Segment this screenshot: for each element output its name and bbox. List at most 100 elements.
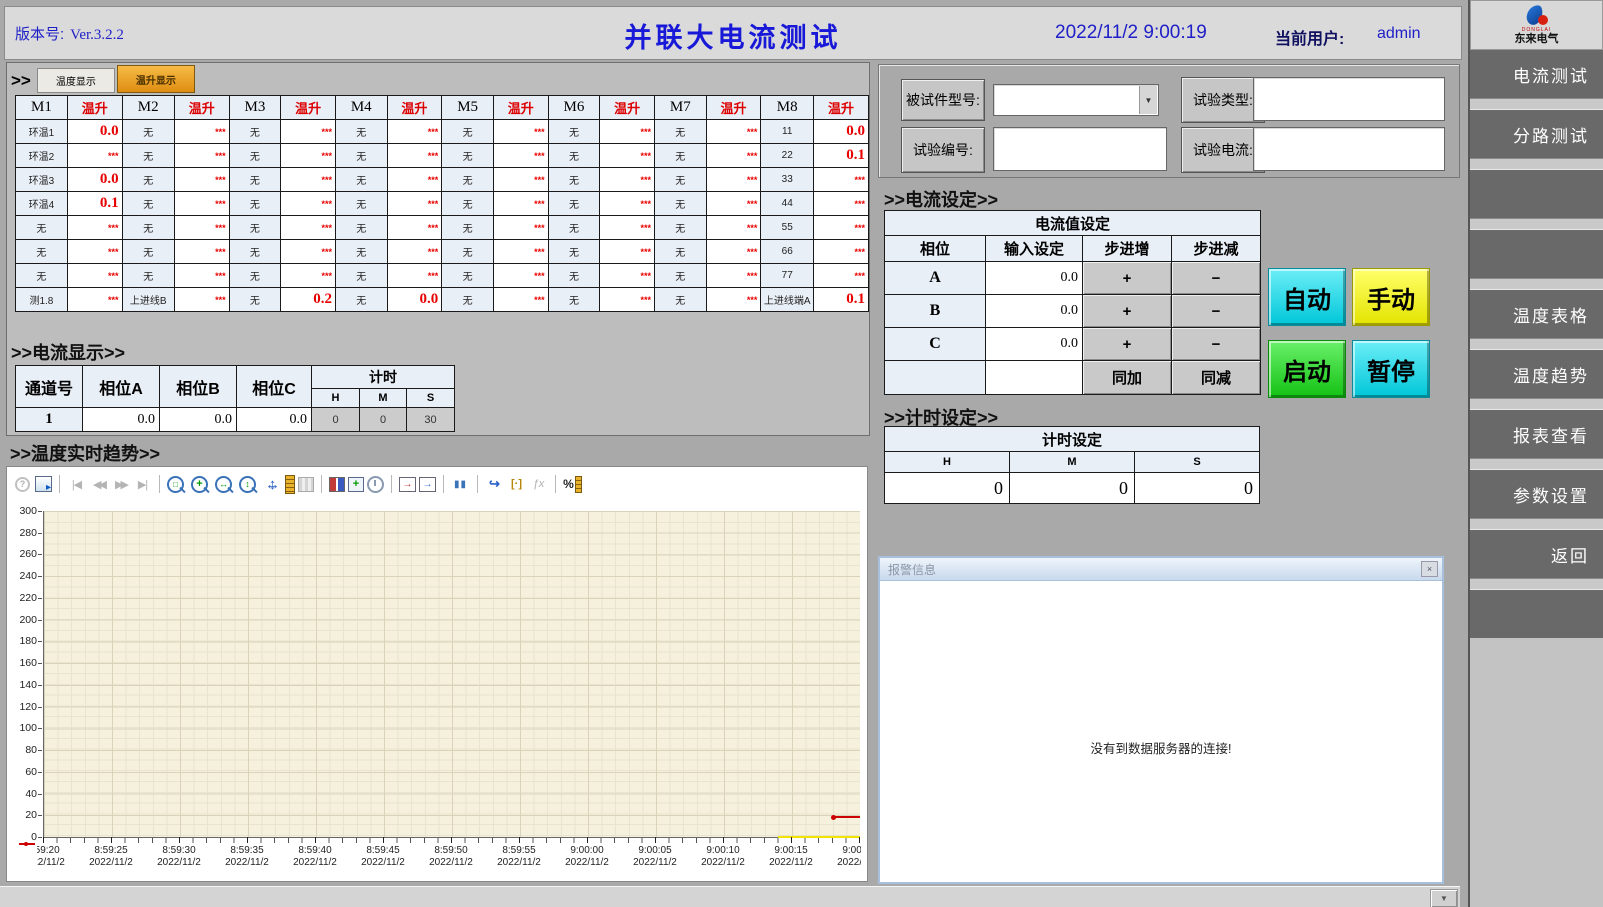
y-axis-label: 120	[7, 701, 37, 713]
phase-c-setpoint[interactable]: 0.0	[986, 328, 1083, 361]
channel-label-cell: 无	[122, 216, 174, 240]
pause-button[interactable]: 暂停	[1352, 340, 1430, 398]
toolbar-separator	[321, 475, 322, 493]
all-plus-button[interactable]: 同加	[1083, 361, 1172, 395]
sidebar-item-blank-1[interactable]	[1470, 170, 1603, 218]
function-fx-icon[interactable]	[529, 475, 548, 493]
zoom-in-icon[interactable]	[191, 476, 208, 493]
sidebar-item-blank-3[interactable]	[1470, 590, 1603, 638]
channel-label-cell: 无	[654, 240, 706, 264]
all-minus-button[interactable]: 同减	[1172, 361, 1261, 395]
temp-rise-value-cell: ***	[281, 120, 336, 144]
blank-setpoint-cell[interactable]	[986, 361, 1083, 395]
curve-jump-icon[interactable]	[485, 475, 504, 493]
channel-label-cell: 无	[229, 264, 281, 288]
series-legend-marker	[19, 843, 35, 845]
phase-b-setpoint[interactable]: 0.0	[986, 295, 1083, 328]
add-window-icon[interactable]	[348, 477, 364, 492]
phase-a-step-plus-button[interactable]: +	[1083, 262, 1172, 295]
timer-h-setting[interactable]: 0	[885, 473, 1010, 504]
phase-a-setpoint[interactable]: 0.0	[986, 262, 1083, 295]
pause-icon[interactable]	[451, 475, 470, 493]
bracket-range-icon[interactable]	[507, 475, 526, 493]
test-current-input[interactable]	[1253, 127, 1445, 171]
export-red-icon[interactable]	[399, 477, 416, 492]
split-view-icon[interactable]	[329, 477, 345, 492]
tab-temperature-display[interactable]: 温度显示	[37, 68, 115, 93]
temp-rise-value-cell: ***	[814, 264, 869, 288]
y-axis-label: 140	[7, 679, 37, 691]
timer-s-setting[interactable]: 0	[1135, 473, 1260, 504]
test-number-input[interactable]	[993, 127, 1167, 171]
data-grid-icon[interactable]	[298, 477, 314, 492]
test-type-input[interactable]	[1253, 77, 1445, 121]
axis-ruler-icon[interactable]	[285, 475, 295, 494]
temp-rise-value-cell: ***	[387, 264, 442, 288]
chart-settings-icon[interactable]	[35, 476, 52, 492]
go-last-icon[interactable]	[133, 475, 152, 493]
pan-icon[interactable]	[263, 475, 282, 493]
device-model-combo[interactable]: ▼	[993, 84, 1159, 116]
timer-setting-title: 计时设定	[885, 427, 1260, 452]
sidebar-item-current-test[interactable]: 电流测试	[1470, 50, 1603, 98]
phase-c-header: 相位C	[237, 366, 312, 408]
manual-button[interactable]: 手动	[1352, 268, 1430, 326]
temp-rise-value-cell: ***	[814, 240, 869, 264]
clock-icon[interactable]	[367, 476, 384, 493]
sidebar-separator	[1470, 398, 1603, 410]
channel-label-cell: 无	[229, 192, 281, 216]
tab-temp-rise-display[interactable]: 温升显示	[117, 65, 195, 93]
channel-label-cell: 无	[548, 144, 600, 168]
channel-value: 1	[16, 408, 83, 432]
phase-b-step-plus-button[interactable]: +	[1083, 295, 1172, 328]
go-next-icon[interactable]	[111, 475, 130, 493]
temp-rise-value-cell: ***	[600, 288, 655, 312]
current-setting-title: 电流值设定	[885, 211, 1261, 236]
channel-label-cell: 无	[16, 240, 68, 264]
y-axis-label: 60	[7, 766, 37, 778]
sidebar-item-parameter-setting[interactable]: 参数设置	[1470, 470, 1603, 518]
start-button[interactable]: 启动	[1268, 340, 1346, 398]
input-col-header: 输入设定	[986, 236, 1083, 262]
phase-a-step-minus-button[interactable]: −	[1172, 262, 1261, 295]
temp-rise-value-cell: ***	[493, 264, 548, 288]
temperature-panel: >> 温度显示 温升显示 M1温升M2温升M3温升M4温升M5温升M6温升M7温…	[6, 62, 870, 436]
auto-button[interactable]: 自动	[1268, 268, 1346, 326]
go-first-icon[interactable]	[67, 475, 86, 493]
channel-label-cell: 无	[442, 216, 494, 240]
sidebar-item-temperature-table[interactable]: 温度表格	[1470, 290, 1603, 338]
channel-label-cell: 无	[335, 192, 387, 216]
blank-phase-cell	[885, 361, 986, 395]
toolbar-separator	[443, 475, 444, 493]
phase-c-step-plus-button[interactable]: +	[1083, 328, 1172, 361]
timer-s-col: S	[1135, 452, 1260, 473]
sidebar-item-branch-test[interactable]: 分路测试	[1470, 110, 1603, 158]
horizontal-scrollbar[interactable]: ▼	[0, 886, 1460, 907]
sidebar-item-temperature-trend[interactable]: 温度趋势	[1470, 350, 1603, 398]
temp-rise-value-cell: ***	[387, 240, 442, 264]
x-axis-tick	[519, 837, 520, 843]
phase-b-header: 相位B	[160, 366, 237, 408]
phase-b-step-minus-button[interactable]: −	[1172, 295, 1261, 328]
timer-m-setting[interactable]: 0	[1010, 473, 1135, 504]
channel-label-cell: 无	[16, 264, 68, 288]
combo-dropdown-icon[interactable]: ▼	[1139, 86, 1157, 114]
sidebar-item-back[interactable]: 返回	[1470, 530, 1603, 578]
sidebar-item-report-view[interactable]: 报表查看	[1470, 410, 1603, 458]
sidebar-item-blank-2[interactable]	[1470, 230, 1603, 278]
help-icon[interactable]	[13, 475, 32, 493]
timer-m-value: 0	[360, 408, 407, 432]
y-axis-tick	[38, 533, 42, 534]
zoom-horizontal-icon[interactable]	[215, 476, 232, 493]
percent-scale-icon[interactable]	[563, 475, 582, 493]
zoom-box-icon[interactable]	[167, 476, 184, 493]
close-icon[interactable]: ×	[1421, 561, 1438, 577]
timer-h-value: 0	[312, 408, 360, 432]
scroll-down-button[interactable]: ▼	[1430, 889, 1458, 907]
zoom-vertical-icon[interactable]	[239, 476, 256, 493]
phase-c-step-minus-button[interactable]: −	[1172, 328, 1261, 361]
go-prev-icon[interactable]	[89, 475, 108, 493]
temp-rise-value-cell: ***	[174, 120, 229, 144]
export-blue-icon[interactable]	[419, 477, 436, 492]
alarm-titlebar: 报警信息 ×	[880, 558, 1442, 581]
